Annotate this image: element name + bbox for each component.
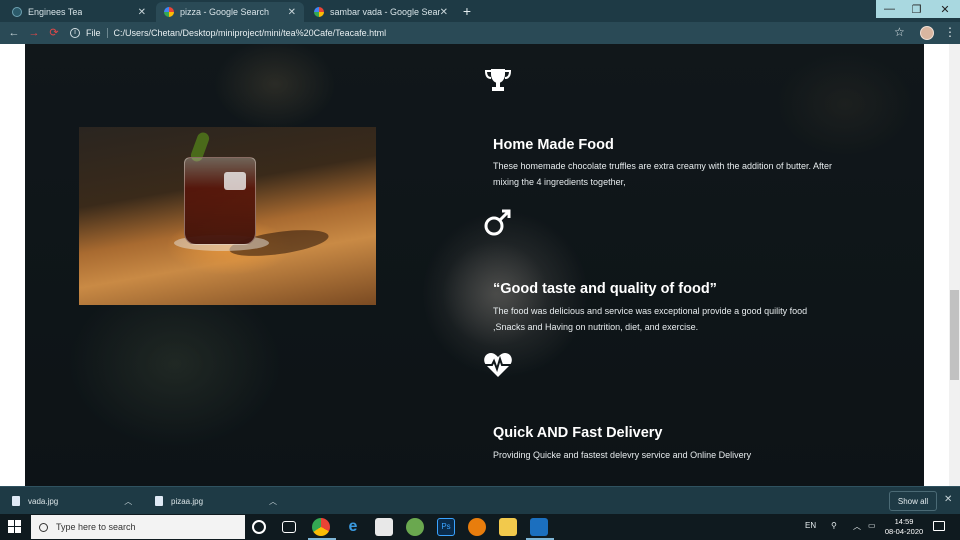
address-url[interactable]: C:/Users/Chetan/Desktop/miniproject/mini… [114, 28, 387, 38]
chevron-up-icon[interactable]: ︿ [124, 496, 132, 507]
notification-icon[interactable] [933, 521, 945, 531]
file-explorer-icon[interactable] [499, 518, 517, 536]
feature-title: “Good taste and quality of food” [493, 281, 717, 297]
scrollbar-track[interactable] [949, 44, 960, 486]
feature-text: These homemade chocolate truffles are ex… [493, 161, 833, 187]
clock-date: 08-04-2020 [884, 527, 924, 536]
image-file-icon [12, 496, 20, 506]
male-symbol-icon [484, 209, 511, 236]
browser-tab-strip: Enginees Tea ✕ pizza - Google Search ✕ s… [0, 0, 960, 22]
taskbar-search[interactable]: Type here to search [31, 515, 245, 539]
language-indicator[interactable]: EN [805, 521, 816, 530]
blender-icon[interactable] [468, 518, 486, 536]
chevron-up-icon[interactable]: ︿ [853, 521, 861, 532]
drink-photo [79, 127, 376, 305]
show-all-button[interactable]: Show all [889, 491, 937, 511]
vscode-icon[interactable] [530, 518, 548, 536]
feature-title: Quick AND Fast Delivery [493, 425, 663, 441]
chevron-up-icon[interactable]: ︿ [269, 496, 277, 507]
restore-button[interactable]: ❐ [903, 0, 930, 18]
trophy-icon [484, 69, 512, 91]
google-favicon-icon [164, 7, 174, 17]
clock-time: 14:59 [894, 517, 914, 526]
profile-avatar[interactable] [920, 26, 934, 40]
mail-icon[interactable] [375, 518, 393, 536]
tab-sambar-vada-search[interactable]: sambar vada - Google Search ✕ [306, 2, 456, 22]
task-view-icon[interactable] [282, 521, 296, 533]
photoshop-icon[interactable]: Ps [437, 518, 455, 536]
tab-title: Enginees Tea [28, 7, 83, 17]
close-tab-icon[interactable]: ✕ [138, 7, 146, 18]
download-filename: pizaa.jpg [171, 496, 204, 506]
downloads-bar: vada.jpg ︿ pizaa.jpg ︿ Show all ✕ [0, 486, 960, 514]
download-item[interactable]: vada.jpg ︿ [12, 493, 132, 509]
tab-title: sambar vada - Google Search [330, 7, 440, 17]
info-icon[interactable]: i [70, 28, 80, 38]
back-icon[interactable]: ← [6, 25, 22, 41]
page-content: Home Made Food These homemade chocolate … [25, 44, 924, 486]
scrollbar-thumb[interactable] [950, 290, 959, 380]
download-filename: vada.jpg [28, 496, 59, 506]
image-file-icon [155, 496, 163, 506]
screen: Enginees Tea ✕ pizza - Google Search ✕ s… [0, 0, 960, 540]
tab-title: pizza - Google Search [180, 7, 270, 17]
browser-toolbar: ← → ⟳ i File C:/Users/Chetan/Desktop/min… [0, 22, 960, 44]
close-tab-icon[interactable]: ✕ [288, 7, 296, 18]
reload-icon[interactable]: ⟳ [46, 25, 62, 41]
browser-menu-icon[interactable]: ⋮ [944, 25, 956, 39]
file-scheme-label: File [86, 28, 101, 38]
system-clock[interactable]: 14:59 08-04-2020 [882, 517, 926, 537]
close-window-button[interactable]: ✕ [930, 0, 960, 18]
address-separator [106, 28, 108, 38]
battery-icon[interactable]: ▭ [868, 521, 876, 530]
page-favicon-icon [12, 7, 22, 17]
close-downloads-icon[interactable]: ✕ [944, 494, 952, 505]
ice-cube [224, 172, 246, 190]
feature-text: The food was delicious and service was e… [493, 306, 808, 332]
download-item[interactable]: pizaa.jpg ︿ [155, 493, 277, 509]
heart-pulse-icon [484, 353, 512, 377]
search-icon [39, 522, 48, 532]
people-icon[interactable]: ⚲ [831, 521, 837, 530]
address-bar[interactable]: i File C:/Users/Chetan/Desktop/miniproje… [70, 25, 880, 41]
cocktail-glass [184, 157, 256, 245]
feature-title: Home Made Food [493, 137, 614, 153]
tab-pizza-search[interactable]: pizza - Google Search ✕ [156, 2, 304, 22]
google-favicon-icon [314, 7, 324, 17]
edge-icon[interactable]: e [344, 518, 362, 536]
page-viewport: Home Made Food These homemade chocolate … [0, 44, 960, 486]
minimize-button[interactable]: — [876, 0, 903, 18]
tab-enginees-tea[interactable]: Enginees Tea ✕ [4, 2, 154, 22]
windows-taskbar: Type here to search e Ps EN ⚲ ︿ ▭ 14:59 … [0, 514, 960, 540]
cortana-icon[interactable] [252, 520, 266, 534]
search-placeholder: Type here to search [56, 522, 136, 532]
forward-icon[interactable]: → [26, 25, 42, 41]
chrome-icon[interactable] [312, 518, 330, 536]
feature-text: Providing Quicke and fastest delevry ser… [493, 450, 752, 460]
new-tab-button[interactable]: + [458, 3, 476, 19]
android-studio-icon[interactable] [406, 518, 424, 536]
bookmark-star-icon[interactable]: ☆ [894, 25, 905, 39]
close-tab-icon[interactable]: ✕ [440, 7, 448, 18]
windows-start-icon[interactable] [8, 520, 22, 534]
